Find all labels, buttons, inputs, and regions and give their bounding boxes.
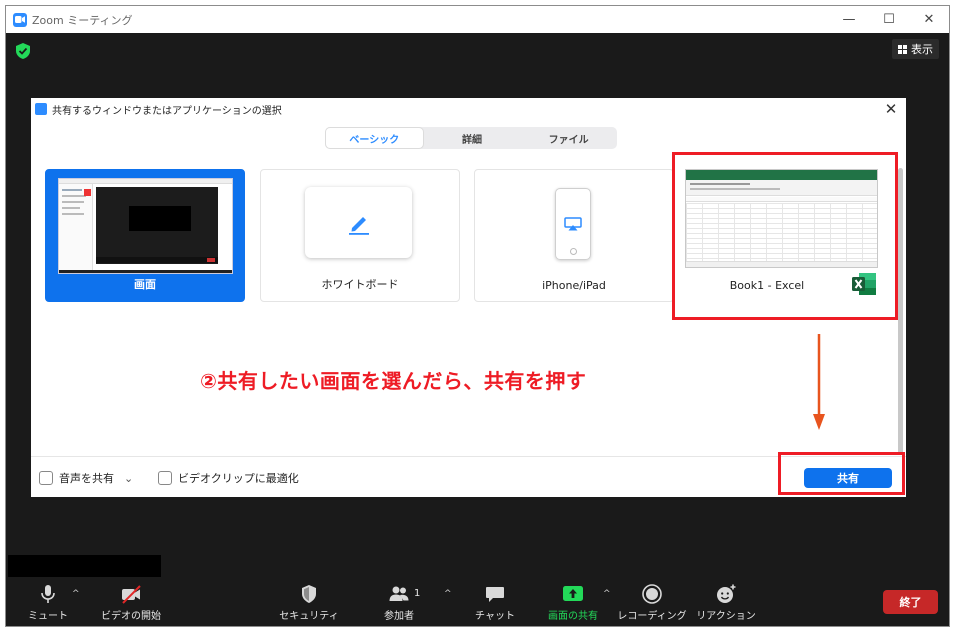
participants-label: 参加者 <box>384 611 414 622</box>
share-tabs: ベーシック 詳細 ファイル <box>325 127 617 149</box>
share-audio-label: 音声を共有 <box>59 472 114 485</box>
participants-icon <box>389 586 409 601</box>
start-video-label: ビデオの開始 <box>101 611 161 622</box>
share-option-iphone-label: iPhone/iPad <box>542 279 606 292</box>
meeting-toolbar: ミュート ^ ビデオの開始 セキュリティ 参加者 1 ^ チャット 画面の共有 … <box>6 580 949 626</box>
zoom-app-icon <box>13 12 27 27</box>
pencil-icon <box>348 216 369 235</box>
audio-options-caret[interactable]: ^ <box>72 589 80 599</box>
minimize-button[interactable]: — <box>829 6 869 33</box>
dialog-title: 共有するウィンドウまたはアプリケーションの選択 <box>52 105 282 117</box>
recording-button[interactable]: レコーディング <box>612 583 692 625</box>
participant-name-bar <box>8 555 161 577</box>
chat-bubble-icon <box>486 587 504 602</box>
optimize-video-checkbox-box[interactable] <box>158 471 172 485</box>
share-audio-checkbox[interactable]: 音声を共有 ⌄ <box>39 470 133 486</box>
whiteboard-tile <box>305 187 412 258</box>
tab-files[interactable]: ファイル <box>520 127 617 149</box>
close-button[interactable]: ✕ <box>909 6 949 33</box>
reactions-button[interactable]: リアクション <box>686 583 766 625</box>
chat-button[interactable]: チャット <box>455 583 535 625</box>
encryption-shield-icon[interactable] <box>14 42 32 60</box>
view-button[interactable]: 表示 <box>892 39 939 59</box>
security-button[interactable]: セキュリティ <box>269 583 349 625</box>
annotation-highlight-share <box>778 452 905 495</box>
tab-advanced[interactable]: 詳細 <box>424 127 521 149</box>
share-option-iphone-ipad[interactable]: iPhone/iPad <box>474 169 674 302</box>
chat-label: チャット <box>475 611 515 622</box>
tab-basic[interactable]: ベーシック <box>325 127 424 149</box>
maximize-button[interactable]: ☐ <box>869 6 909 33</box>
audio-dropdown-chevron-icon[interactable]: ⌄ <box>124 472 133 485</box>
screen-thumbnail <box>58 178 233 274</box>
end-meeting-button[interactable]: 終了 <box>883 590 938 614</box>
reactions-label: リアクション <box>696 611 756 622</box>
home-button-icon <box>570 248 577 255</box>
participants-count: 1 <box>414 588 421 599</box>
recording-label: レコーディング <box>617 611 687 622</box>
zoom-app-icon <box>35 103 47 115</box>
title-bar: Zoom ミーティング — ☐ ✕ <box>6 6 949 33</box>
annotation-instruction: ②共有したい画面を選んだら、共有を押す <box>200 369 587 393</box>
share-options-caret[interactable]: ^ <box>603 589 611 599</box>
share-screen-button[interactable]: 画面の共有 <box>533 583 613 625</box>
participants-button[interactable]: 参加者 <box>359 583 439 625</box>
annotation-highlight-excel <box>672 152 898 320</box>
record-icon <box>642 584 662 604</box>
shield-icon <box>302 585 316 603</box>
share-option-screen[interactable]: 画面 <box>45 169 245 302</box>
share-option-whiteboard[interactable]: ホワイトボード <box>260 169 460 302</box>
microphone-icon <box>41 585 55 603</box>
share-option-screen-label: 画面 <box>134 278 156 291</box>
window-title: Zoom ミーティング <box>32 13 133 27</box>
share-screen-icon <box>563 586 583 601</box>
participants-options-caret[interactable]: ^ <box>444 589 452 599</box>
dialog-title-bar: 共有するウィンドウまたはアプリケーションの選択 <box>31 98 906 120</box>
start-video-button[interactable]: ビデオの開始 <box>91 583 171 625</box>
view-button-label: 表示 <box>911 43 933 56</box>
video-off-icon <box>122 585 141 604</box>
annotation-down-arrow-icon <box>813 334 825 430</box>
grid-icon <box>898 44 907 54</box>
mute-label: ミュート <box>28 611 68 622</box>
share-option-whiteboard-label: ホワイトボード <box>321 278 399 291</box>
reaction-smiley-icon <box>717 584 736 603</box>
options-scrollbar[interactable] <box>898 168 903 454</box>
phone-tile <box>555 188 591 260</box>
optimize-video-label: ビデオクリップに最適化 <box>178 472 299 485</box>
security-label: セキュリティ <box>279 611 339 622</box>
airplay-icon <box>564 217 582 231</box>
optimize-video-checkbox[interactable]: ビデオクリップに最適化 <box>158 470 299 486</box>
share-audio-checkbox-box[interactable] <box>39 471 53 485</box>
dialog-close-icon[interactable]: ✕ <box>882 100 900 118</box>
share-screen-label: 画面の共有 <box>548 611 598 622</box>
footer-divider <box>31 456 906 457</box>
